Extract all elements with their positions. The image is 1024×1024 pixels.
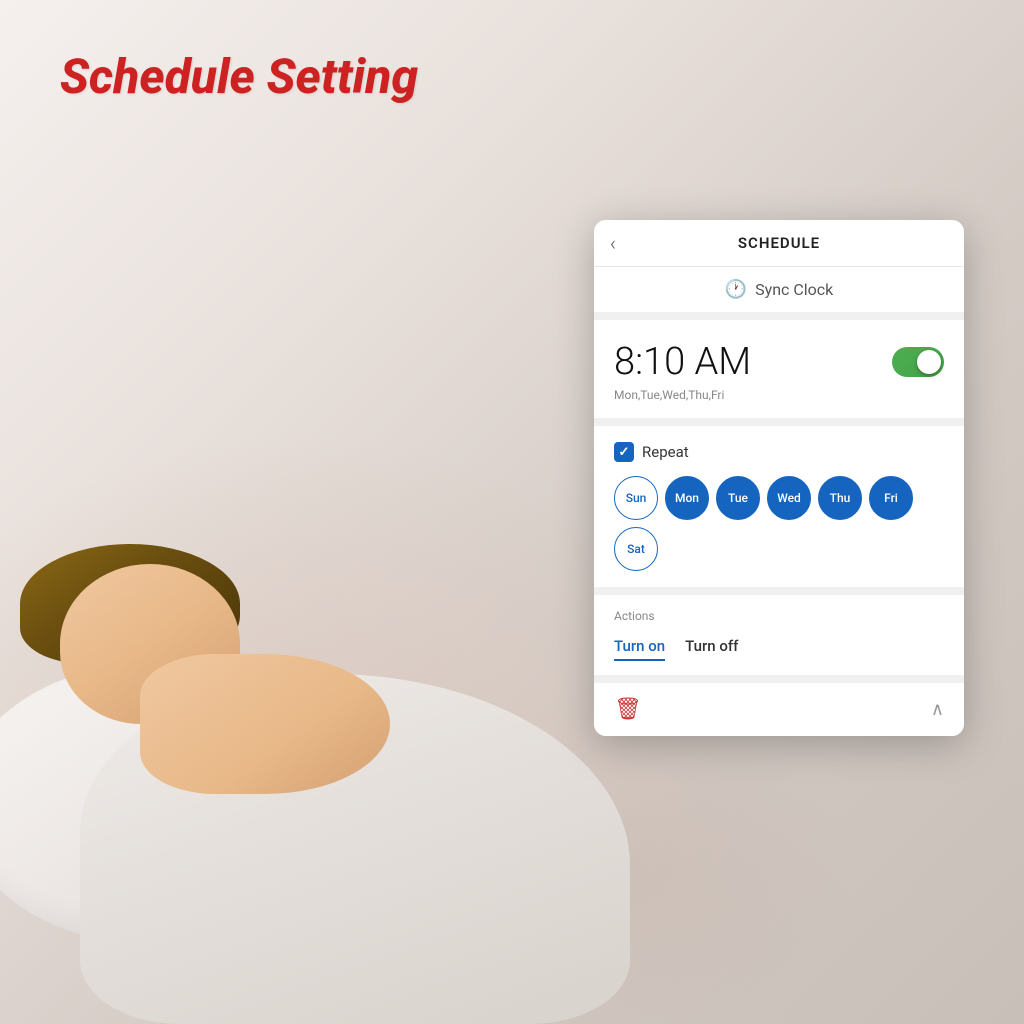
actions-label: Actions (614, 609, 944, 623)
clock-icon: 🕐 (725, 279, 747, 300)
page-title: Schedule Setting (60, 48, 418, 105)
turn-off-button[interactable]: Turn off (685, 633, 738, 661)
repeat-section: ✓ Repeat SunMonTueWedThuFri Sat (594, 426, 964, 595)
repeat-checkbox[interactable]: ✓ (614, 442, 634, 462)
turn-on-button[interactable]: Turn on (614, 633, 665, 661)
shoulder-decoration (140, 654, 390, 794)
day-button-mon[interactable]: Mon (665, 476, 709, 520)
actions-row: Turn on Turn off (614, 633, 944, 661)
schedule-toggle[interactable] (892, 347, 944, 377)
day-button-fri[interactable]: Fri (869, 476, 913, 520)
delete-button[interactable]: 🗑 (614, 697, 642, 722)
actions-section: Actions Turn on Turn off (594, 595, 964, 683)
day-button-sun[interactable]: Sun (614, 476, 658, 520)
repeat-row: ✓ Repeat (614, 442, 944, 462)
sync-clock-label: Sync Clock (755, 280, 833, 299)
day-button-tue[interactable]: Tue (716, 476, 760, 520)
collapse-button[interactable]: ∧ (931, 699, 944, 720)
card-title: SCHEDULE (738, 234, 820, 252)
checkmark-icon: ✓ (619, 445, 630, 460)
toggle-knob (917, 350, 941, 374)
day-button-wed[interactable]: Wed (767, 476, 811, 520)
repeat-label: Repeat (642, 443, 689, 461)
schedule-block: 8:10 AM Mon,Tue,Wed,Thu,Fri (594, 320, 964, 426)
back-button[interactable]: ‹ (610, 231, 616, 255)
card-header: ‹ SCHEDULE (594, 220, 964, 267)
day-button-sat[interactable]: Sat (614, 527, 658, 571)
card-footer: 🗑 ∧ (594, 683, 964, 736)
days-summary: Mon,Tue,Wed,Thu,Fri (614, 388, 944, 402)
days-row: SunMonTueWedThuFri Sat (614, 476, 944, 571)
sync-clock-bar[interactable]: 🕐 Sync Clock (594, 267, 964, 320)
time-row: 8:10 AM (614, 340, 944, 384)
schedule-card: ‹ SCHEDULE 🕐 Sync Clock 8:10 AM Mon,Tue,… (594, 220, 964, 736)
time-display[interactable]: 8:10 AM (614, 340, 751, 384)
day-button-thu[interactable]: Thu (818, 476, 862, 520)
